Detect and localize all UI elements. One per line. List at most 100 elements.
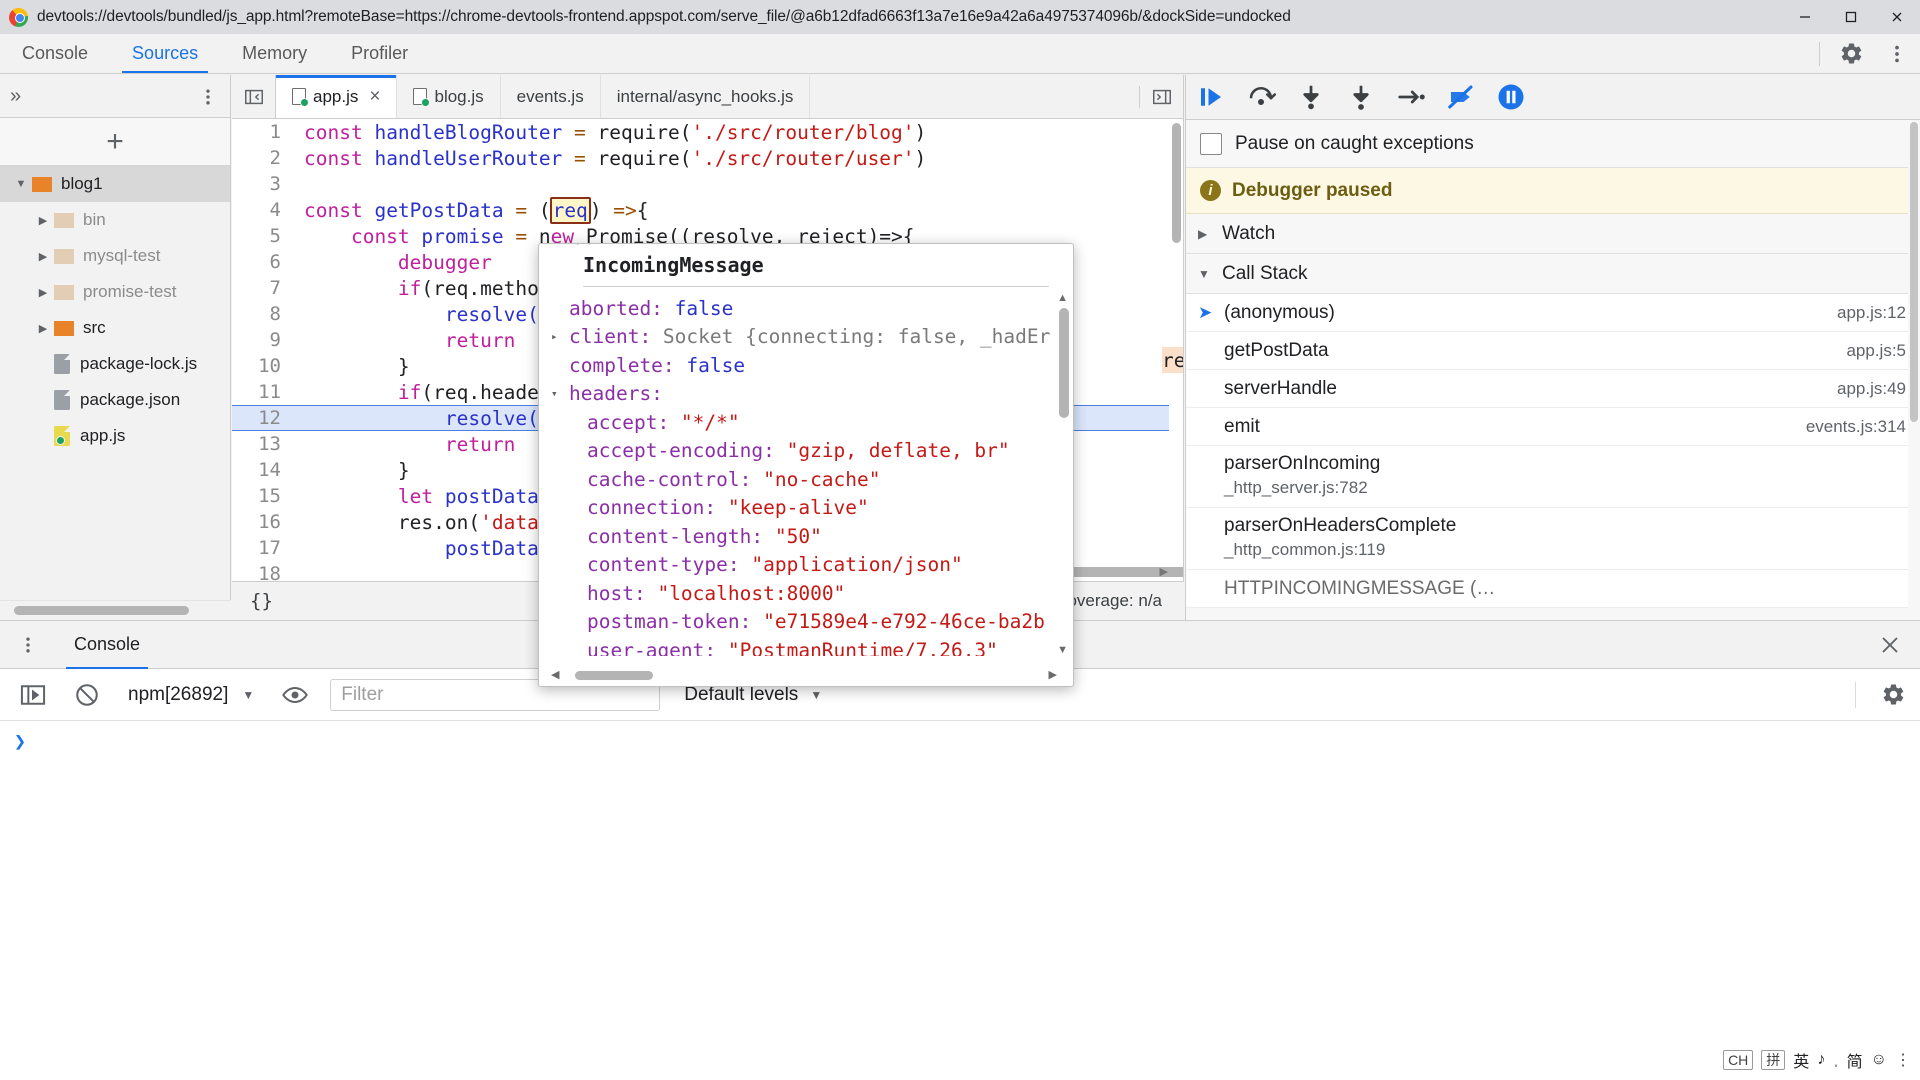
code-line[interactable]: 2 const handleUserRouter = require('./src… — [232, 145, 1169, 171]
scrollbar-thumb[interactable] — [1059, 308, 1069, 418]
object-value-popover[interactable]: IncomingMessage aborted: false ▸ client: S… — [538, 243, 1074, 687]
chevron-down-icon[interactable]: ▾ — [551, 387, 569, 400]
execute-console-icon[interactable] — [6, 669, 60, 721]
code-line[interactable]: 1 const handleBlogRouter = require('./src… — [232, 119, 1169, 145]
tree-item-mysql-test[interactable]: ▶ mysql-test — [0, 238, 230, 274]
popover-property-row[interactable]: content-type: "application/json" — [539, 551, 1057, 580]
close-button[interactable] — [1874, 0, 1920, 34]
line-number[interactable]: 17 — [232, 537, 294, 559]
step-icon[interactable] — [1386, 75, 1436, 120]
call-stack-frame[interactable]: ➤ (anonymous) app.js:12 — [1186, 294, 1920, 332]
popover-property-row[interactable]: connection: "keep-alive" — [539, 494, 1057, 523]
step-out-icon[interactable] — [1336, 75, 1386, 120]
tab-console[interactable]: Console — [0, 34, 110, 73]
panel-expand-right-icon[interactable] — [1139, 85, 1183, 108]
pretty-print-button[interactable]: {} — [250, 590, 273, 612]
popover-property-row[interactable]: complete: false — [539, 351, 1057, 380]
tree-item-package-json[interactable]: package.json — [0, 382, 230, 418]
panel-collapse-left-icon[interactable] — [232, 75, 276, 118]
call-stack-section-header[interactable]: ▼ Call Stack — [1186, 254, 1920, 294]
editor-tab-async-hooks-js[interactable]: internal/async_hooks.js — [601, 75, 811, 118]
editor-vertical-scrollbar[interactable] — [1169, 119, 1183, 565]
tree-item-app-js[interactable]: app.js — [0, 418, 230, 454]
tab-memory[interactable]: Memory — [220, 34, 329, 73]
call-stack-frame[interactable]: getPostData app.js:5 — [1186, 332, 1920, 370]
close-drawer-icon[interactable] — [1860, 621, 1920, 669]
call-stack-frame[interactable]: HTTPINCOMINGMESSAGE (… — [1186, 570, 1920, 608]
tree-item-blog1[interactable]: ▼ blog1 — [0, 166, 230, 202]
ime-simplified-indicator[interactable]: 简 — [1847, 1048, 1863, 1072]
popover-property-row[interactable]: accept: "*/*" — [539, 408, 1057, 437]
line-number[interactable]: 10 — [232, 355, 294, 377]
popover-vertical-scrollbar[interactable]: ▲ ▼ — [1057, 292, 1071, 656]
popover-property-row[interactable]: ▸ client: Socket {connecting: false, _had… — [539, 323, 1057, 352]
minimize-button[interactable] — [1782, 0, 1828, 34]
maximize-button[interactable] — [1828, 0, 1874, 34]
line-number[interactable]: 16 — [232, 511, 294, 533]
pause-on-caught-exceptions-row[interactable]: Pause on caught exceptions — [1186, 120, 1920, 168]
call-stack-frame[interactable]: serverHandle app.js:49 — [1186, 370, 1920, 408]
line-number[interactable]: 18 — [232, 563, 294, 581]
ime-more-icon[interactable]: ⋮ — [1895, 1050, 1912, 1070]
close-tab-icon[interactable]: × — [369, 86, 380, 108]
scroll-left-arrow-icon[interactable]: ◀ — [551, 668, 559, 681]
code-line[interactable]: 4 const getPostData = (req) =>{ — [232, 196, 1169, 224]
double-chevron-right-icon[interactable]: » — [10, 75, 21, 118]
step-over-icon[interactable] — [1236, 75, 1286, 120]
resume-script-icon[interactable] — [1186, 75, 1236, 120]
scroll-up-arrow-icon[interactable]: ▲ — [1057, 292, 1068, 304]
line-number[interactable]: 3 — [232, 173, 294, 195]
ime-music-icon[interactable]: ♪ — [1817, 1051, 1825, 1069]
popover-property-row[interactable]: content-length: "50" — [539, 522, 1057, 551]
add-folder-button[interactable]: + — [0, 118, 230, 166]
chevron-right-icon[interactable]: ▶ — [32, 322, 54, 335]
code-line[interactable]: 3 — [232, 171, 1169, 197]
scrollbar-thumb[interactable] — [14, 606, 189, 615]
step-into-icon[interactable] — [1286, 75, 1336, 120]
line-number[interactable]: 1 — [232, 121, 294, 143]
navigator-horizontal-scrollbar[interactable] — [0, 600, 231, 620]
popover-property-row[interactable]: user-agent: "PostmanRuntime/7.26.3" — [539, 636, 1057, 656]
live-expression-eye-icon[interactable] — [268, 669, 322, 721]
tree-item-promise-test[interactable]: ▶ promise-test — [0, 274, 230, 310]
console-prompt-row[interactable]: ❯ — [0, 721, 1920, 761]
tree-item-package-lock-js[interactable]: package-lock.js — [0, 346, 230, 382]
tree-item-bin[interactable]: ▶ bin — [0, 202, 230, 238]
more-vertical-icon[interactable] — [0, 635, 56, 655]
popover-property-row[interactable]: accept-encoding: "gzip, deflate, br" — [539, 437, 1057, 466]
chevron-right-icon[interactable]: ▶ — [32, 214, 54, 227]
line-number[interactable]: 6 — [232, 251, 294, 273]
chevron-right-icon[interactable]: ▶ — [32, 250, 54, 263]
chevron-right-icon[interactable]: ▶ — [32, 286, 54, 299]
scrollbar-thumb[interactable] — [1910, 122, 1918, 422]
line-number[interactable]: 4 — [232, 199, 294, 221]
call-stack-frame[interactable]: emit events.js:314 — [1186, 408, 1920, 446]
ime-comma-icon[interactable]: ˌ — [1833, 1051, 1838, 1069]
scrollbar-thumb[interactable] — [575, 671, 653, 680]
more-vertical-icon[interactable] — [1874, 34, 1920, 74]
pause-on-exceptions-icon[interactable] — [1486, 75, 1536, 120]
popover-property-row[interactable]: host: "localhost:8000" — [539, 579, 1057, 608]
console-output[interactable]: ❯ — [0, 721, 1920, 1077]
line-number[interactable]: 7 — [232, 277, 294, 299]
popover-horizontal-scrollbar[interactable]: ◀ ▶ — [551, 666, 1057, 684]
chevron-right-icon[interactable]: ▸ — [551, 330, 569, 343]
line-number[interactable]: 9 — [232, 329, 294, 351]
more-vertical-icon[interactable] — [198, 75, 218, 118]
settings-gear-icon[interactable] — [1828, 34, 1874, 74]
chevron-down-icon[interactable]: ▼ — [10, 178, 32, 190]
ime-lang-indicator[interactable]: CH — [1723, 1050, 1754, 1070]
call-stack-frame[interactable]: parserOnIncoming _http_server.js:782 — [1186, 446, 1920, 508]
pause-on-caught-checkbox[interactable] — [1200, 132, 1222, 155]
tab-sources[interactable]: Sources — [110, 34, 220, 73]
debugger-vertical-scrollbar[interactable] — [1908, 120, 1920, 620]
ime-emoji-icon[interactable]: ☺ — [1871, 1051, 1887, 1069]
popover-property-row[interactable]: aborted: false — [539, 294, 1057, 323]
editor-tab-events-js[interactable]: events.js — [501, 75, 601, 118]
editor-tab-blog-js[interactable]: blog.js — [397, 75, 501, 118]
deactivate-breakpoints-icon[interactable] — [1436, 75, 1486, 120]
clear-console-icon[interactable] — [60, 669, 114, 721]
popover-property-row[interactable]: ▾ headers: — [539, 380, 1057, 409]
ime-pinyin-indicator[interactable]: 拼 — [1761, 1050, 1786, 1070]
scroll-right-arrow-icon[interactable]: ▶ — [1160, 565, 1168, 578]
